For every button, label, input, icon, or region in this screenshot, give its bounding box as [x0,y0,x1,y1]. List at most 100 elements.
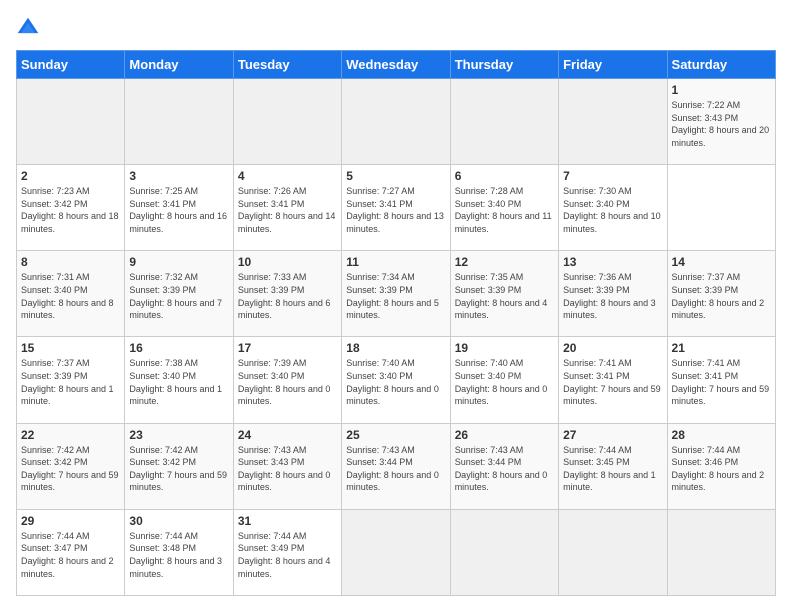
logo-icon [16,16,40,40]
day-cell-1: 1 Sunrise: 7:22 AMSunset: 3:43 PMDaylight… [667,79,775,165]
day-cell-18: 18 Sunrise: 7:40 AMSunset: 3:40 PMDayligh… [342,337,450,423]
day-info: Sunrise: 7:44 AMSunset: 3:49 PMDaylight:… [238,530,337,580]
day-number: 9 [129,255,228,269]
day-cell-30: 30Sunrise: 7:44 AMSunset: 3:48 PMDayligh… [125,509,233,595]
header [16,16,776,40]
day-cell-28: 28 Sunrise: 7:44 AMSunset: 3:46 PMDayligh… [667,423,775,509]
day-info: Sunrise: 7:22 AMSunset: 3:43 PMDaylight:… [672,99,771,149]
calendar: SundayMondayTuesdayWednesdayThursdayFrid… [16,50,776,596]
day-cell-20: 20 Sunrise: 7:41 AMSunset: 3:41 PMDayligh… [559,337,667,423]
day-number: 31 [238,514,337,528]
day-number: 1 [672,83,771,97]
empty-cell [125,79,233,165]
day-cell-19: 19 Sunrise: 7:40 AMSunset: 3:40 PMDayligh… [450,337,558,423]
day-info: Sunrise: 7:44 AMSunset: 3:46 PMDaylight:… [672,444,771,494]
day-info: Sunrise: 7:37 AMSunset: 3:39 PMDaylight:… [21,357,120,407]
day-cell-17: 17 Sunrise: 7:39 AMSunset: 3:40 PMDayligh… [233,337,341,423]
day-info: Sunrise: 7:40 AMSunset: 3:40 PMDaylight:… [455,357,554,407]
day-info: Sunrise: 7:31 AMSunset: 3:40 PMDaylight:… [21,271,120,321]
calendar-header-row: SundayMondayTuesdayWednesdayThursdayFrid… [17,51,776,79]
day-cell-22: 22Sunrise: 7:42 AMSunset: 3:42 PMDayligh… [17,423,125,509]
day-number: 20 [563,341,662,355]
empty-cell [450,509,558,595]
empty-cell [559,79,667,165]
day-info: Sunrise: 7:39 AMSunset: 3:40 PMDaylight:… [238,357,337,407]
day-cell-11: 11Sunrise: 7:34 AMSunset: 3:39 PMDayligh… [342,251,450,337]
day-cell-2: 2 Sunrise: 7:23 AMSunset: 3:42 PMDaylight… [17,165,125,251]
day-number: 2 [21,169,120,183]
day-info: Sunrise: 7:43 AMSunset: 3:44 PMDaylight:… [455,444,554,494]
day-info: Sunrise: 7:32 AMSunset: 3:39 PMDaylight:… [129,271,228,321]
day-info: Sunrise: 7:43 AMSunset: 3:43 PMDaylight:… [238,444,337,494]
day-number: 18 [346,341,445,355]
day-header-thursday: Thursday [450,51,558,79]
day-cell-9: 9 Sunrise: 7:32 AMSunset: 3:39 PMDaylight… [125,251,233,337]
day-info: Sunrise: 7:28 AMSunset: 3:40 PMDaylight:… [455,185,554,235]
day-cell-13: 13Sunrise: 7:36 AMSunset: 3:39 PMDayligh… [559,251,667,337]
week-row-4: 22Sunrise: 7:42 AMSunset: 3:42 PMDayligh… [17,423,776,509]
day-cell-14: 14 Sunrise: 7:37 AMSunset: 3:39 PMDayligh… [667,251,775,337]
day-number: 7 [563,169,662,183]
day-number: 23 [129,428,228,442]
day-info: Sunrise: 7:30 AMSunset: 3:40 PMDaylight:… [563,185,662,235]
day-info: Sunrise: 7:35 AMSunset: 3:39 PMDaylight:… [455,271,554,321]
day-cell-31: 31 Sunrise: 7:44 AMSunset: 3:49 PMDayligh… [233,509,341,595]
week-row-1: 2 Sunrise: 7:23 AMSunset: 3:42 PMDaylight… [17,165,776,251]
week-row-0: 1 Sunrise: 7:22 AMSunset: 3:43 PMDaylight… [17,79,776,165]
empty-cell [450,79,558,165]
day-cell-3: 3Sunrise: 7:25 AMSunset: 3:41 PMDaylight… [125,165,233,251]
day-cell-29: 29Sunrise: 7:44 AMSunset: 3:47 PMDayligh… [17,509,125,595]
day-number: 10 [238,255,337,269]
day-cell-15: 15 Sunrise: 7:37 AMSunset: 3:39 PMDayligh… [17,337,125,423]
day-header-monday: Monday [125,51,233,79]
empty-cell [667,509,775,595]
day-number: 30 [129,514,228,528]
day-header-friday: Friday [559,51,667,79]
day-info: Sunrise: 7:40 AMSunset: 3:40 PMDaylight:… [346,357,445,407]
day-number: 17 [238,341,337,355]
day-header-wednesday: Wednesday [342,51,450,79]
day-info: Sunrise: 7:27 AMSunset: 3:41 PMDaylight:… [346,185,445,235]
day-number: 25 [346,428,445,442]
logo [16,16,44,40]
empty-cell [342,509,450,595]
day-number: 21 [672,341,771,355]
day-info: Sunrise: 7:37 AMSunset: 3:39 PMDaylight:… [672,271,771,321]
day-header-saturday: Saturday [667,51,775,79]
day-info: Sunrise: 7:33 AMSunset: 3:39 PMDaylight:… [238,271,337,321]
day-number: 12 [455,255,554,269]
day-header-sunday: Sunday [17,51,125,79]
week-row-2: 8 Sunrise: 7:31 AMSunset: 3:40 PMDaylight… [17,251,776,337]
day-number: 14 [672,255,771,269]
day-cell-7: 7 Sunrise: 7:30 AMSunset: 3:40 PMDaylight… [559,165,667,251]
day-cell-8: 8 Sunrise: 7:31 AMSunset: 3:40 PMDaylight… [17,251,125,337]
day-number: 15 [21,341,120,355]
empty-cell [559,509,667,595]
day-info: Sunrise: 7:41 AMSunset: 3:41 PMDaylight:… [563,357,662,407]
day-number: 3 [129,169,228,183]
day-info: Sunrise: 7:42 AMSunset: 3:42 PMDaylight:… [129,444,228,494]
day-info: Sunrise: 7:43 AMSunset: 3:44 PMDaylight:… [346,444,445,494]
day-cell-27: 27Sunrise: 7:44 AMSunset: 3:45 PMDayligh… [559,423,667,509]
day-number: 5 [346,169,445,183]
week-row-5: 29Sunrise: 7:44 AMSunset: 3:47 PMDayligh… [17,509,776,595]
day-number: 8 [21,255,120,269]
day-cell-16: 16Sunrise: 7:38 AMSunset: 3:40 PMDayligh… [125,337,233,423]
week-row-3: 15 Sunrise: 7:37 AMSunset: 3:39 PMDayligh… [17,337,776,423]
empty-cell [342,79,450,165]
day-info: Sunrise: 7:23 AMSunset: 3:42 PMDaylight:… [21,185,120,235]
day-info: Sunrise: 7:42 AMSunset: 3:42 PMDaylight:… [21,444,120,494]
day-number: 28 [672,428,771,442]
day-number: 27 [563,428,662,442]
page: SundayMondayTuesdayWednesdayThursdayFrid… [0,0,792,612]
day-number: 26 [455,428,554,442]
day-number: 16 [129,341,228,355]
empty-cell [17,79,125,165]
day-cell-21: 21Sunrise: 7:41 AMSunset: 3:41 PMDayligh… [667,337,775,423]
day-number: 11 [346,255,445,269]
day-cell-4: 4Sunrise: 7:26 AMSunset: 3:41 PMDaylight… [233,165,341,251]
day-info: Sunrise: 7:26 AMSunset: 3:41 PMDaylight:… [238,185,337,235]
day-number: 19 [455,341,554,355]
day-cell-26: 26 Sunrise: 7:43 AMSunset: 3:44 PMDayligh… [450,423,558,509]
day-header-tuesday: Tuesday [233,51,341,79]
